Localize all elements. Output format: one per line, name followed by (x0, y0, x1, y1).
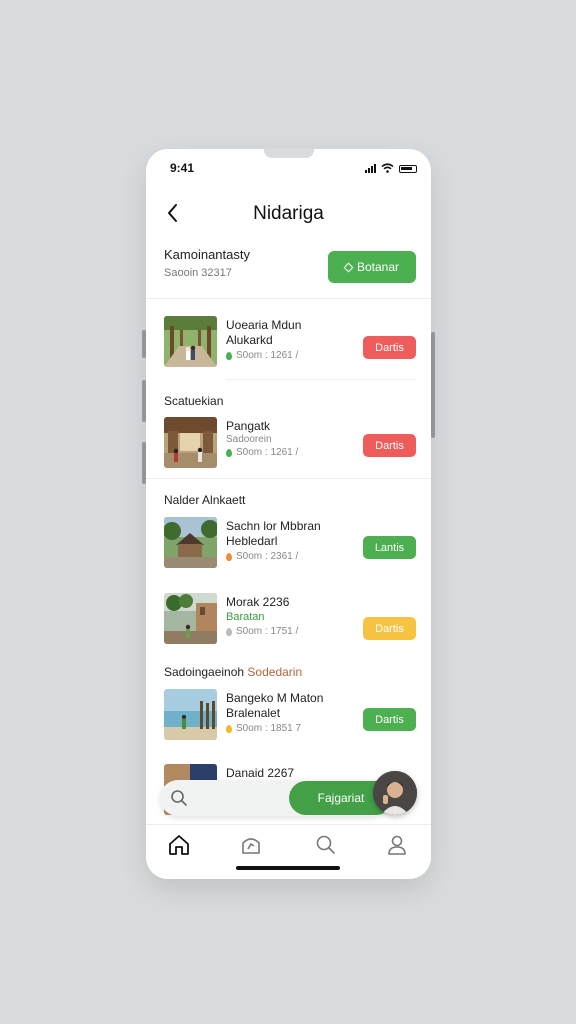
status-time: 9:41 (170, 161, 195, 175)
item-title: Sachn lor Mbbran (226, 519, 321, 533)
status-bar: 9:41 (146, 161, 431, 177)
profile-icon (388, 835, 406, 855)
status-badge[interactable]: Dartis (363, 336, 416, 359)
home-indicator (236, 866, 340, 870)
section-heading: Scatuekian (164, 394, 224, 408)
notch (264, 149, 314, 158)
summary-section: Kamoinantasty Saooin 32317 Botanar (164, 247, 416, 287)
item-meta-text: S0om : 1261 / (236, 447, 299, 458)
item-meta: S0om : 1851 7 (226, 723, 350, 734)
item-meta: S0om : 1261 / (226, 447, 350, 458)
item-text: Bangeko M Maton Bralenalet S0om : 1851 7 (226, 691, 350, 734)
thumbnail-image (164, 417, 217, 468)
section-heading: Sadoingaeinoh Sodedarin (164, 665, 302, 679)
search-icon (316, 835, 335, 854)
item-title: Morak 2236 (226, 595, 290, 609)
search-icon (170, 789, 188, 812)
item-meta-text: S0om : 1751 / (236, 626, 299, 637)
item-title: Uoearia Mdun (226, 318, 302, 332)
list-item[interactable]: Bangeko M Maton Bralenalet S0om : 1851 7… (164, 689, 416, 743)
section-heading-text: Sadoingaeinoh (164, 665, 245, 679)
tab-bar (146, 824, 431, 879)
home-icon (169, 835, 189, 855)
item-text: Uoearia Mdun Alukarkd S0om : 1261 / (226, 318, 350, 361)
status-badge[interactable]: Dartis (363, 708, 416, 731)
item-title: Danaid 2267 (226, 766, 295, 780)
avatar[interactable] (373, 771, 417, 815)
tab-search[interactable] (314, 833, 338, 857)
item-meta: S0om : 1261 / (226, 350, 350, 361)
tab-profile[interactable] (385, 833, 409, 857)
drop-icon (226, 351, 232, 360)
battery-icon (399, 165, 417, 173)
status-badge[interactable]: Lantis (363, 536, 416, 559)
list-item[interactable]: Sachn lor Mbbran Hebledarl S0om : 2361 /… (164, 517, 416, 571)
item-title-line2: Alukarkd (226, 333, 273, 347)
thumbnail-image (164, 517, 217, 568)
item-meta-text: S0om : 1261 / (236, 350, 299, 361)
item-meta: S0om : 2361 / (226, 551, 350, 562)
item-title-line2: Bralenalet (226, 706, 281, 720)
item-meta-text: S0om : 1851 7 (236, 723, 302, 734)
thumbnail-image (164, 593, 217, 644)
item-subline: Sadoorein (226, 434, 272, 445)
phone-screen: 9:41 Nidariga Kamoinantasty Saooin 32317… (146, 149, 431, 879)
drop-icon (226, 724, 232, 733)
item-text: Morak 2236 Baratan S0om : 1751 / (226, 595, 350, 637)
drop-icon (226, 448, 232, 457)
thumbnail-image (164, 689, 217, 740)
item-title: Pangatk (226, 419, 271, 433)
tab-explore[interactable] (239, 833, 263, 857)
section-heading-accent: Sodedarin (247, 665, 303, 679)
thumbnail-image (164, 316, 217, 367)
wifi-icon (381, 163, 394, 173)
signal-icon (365, 164, 376, 173)
primary-action-label: Botanar (356, 260, 400, 274)
primary-action-button[interactable]: Botanar (328, 251, 416, 283)
list-item[interactable]: Pangatk Sadoorein S0om : 1261 / Dartis (164, 417, 416, 471)
divider (146, 478, 431, 479)
divider (146, 298, 431, 299)
status-icons (365, 163, 417, 173)
item-meta: S0om : 1751 / (226, 626, 350, 637)
item-text: Sachn lor Mbbran Hebledarl S0om : 2361 / (226, 519, 350, 562)
drop-icon (226, 627, 232, 636)
drop-icon (226, 552, 232, 561)
nav-header: Nidariga (146, 201, 431, 227)
list-item[interactable]: Uoearia Mdun Alukarkd S0om : 1261 / Dart… (164, 316, 416, 370)
item-meta-text: S0om : 2361 / (236, 551, 299, 562)
divider (226, 379, 416, 380)
list-item[interactable]: Morak 2236 Baratan S0om : 1751 / Dartis (164, 593, 416, 647)
page-title: Nidariga (253, 203, 324, 224)
status-badge[interactable]: Dartis (363, 434, 416, 457)
item-subline: Baratan (226, 611, 265, 623)
status-badge[interactable]: Dartis (363, 617, 416, 640)
item-text: Pangatk Sadoorein S0om : 1261 / (226, 419, 350, 458)
item-title-line2: Hebledarl (226, 534, 278, 548)
item-title: Bangeko M Maton (226, 691, 324, 705)
item-text: Danaid 2267 (226, 766, 350, 781)
diamond-icon (343, 262, 354, 272)
section-heading: Nalder Alnkaett (164, 493, 246, 507)
side-button-right (431, 332, 435, 438)
explore-icon (242, 838, 260, 854)
tab-home[interactable] (167, 833, 191, 857)
